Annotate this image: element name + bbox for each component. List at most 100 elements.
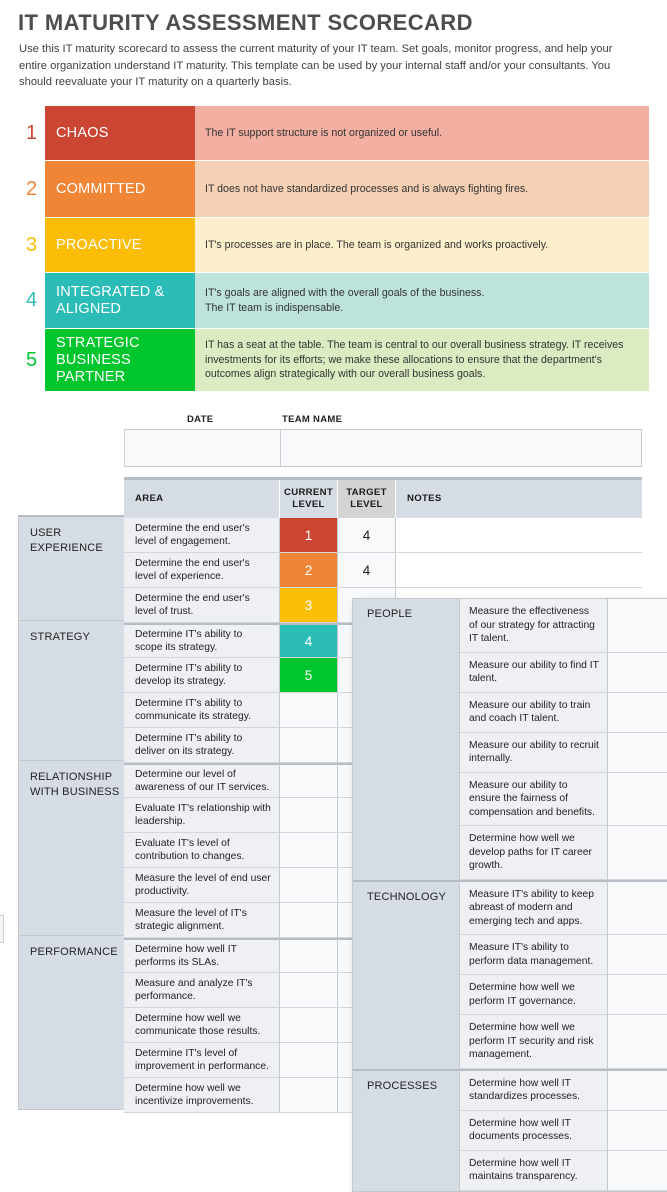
cell-current-level[interactable] (280, 798, 338, 833)
cell-current-level[interactable] (280, 868, 338, 903)
cell-current-level[interactable]: 5 (280, 658, 338, 693)
maturity-level-row: 3 PROACTIVE IT's processes are in place. T… (18, 218, 649, 272)
overlay-cell-area: Determine how well IT standardizes proce… (460, 1068, 608, 1111)
overlay-cell-area: Measure our ability to recruit internall… (460, 732, 608, 773)
table-row: Determine the end user's level of engage… (124, 518, 642, 553)
overlay-group-spacer (353, 652, 460, 693)
cell-current-level[interactable]: 2 (280, 553, 338, 588)
overlay-cell-value[interactable] (608, 879, 667, 935)
cell-area: Measure the level of end user productivi… (124, 868, 280, 903)
overlay-cell-area: Determine how well we perform IT securit… (460, 1015, 608, 1069)
overlay-cell-area: Measure IT's ability to keep abreast of … (460, 879, 608, 935)
overlay-cell-value[interactable] (608, 652, 667, 693)
overlay-cell-value[interactable] (608, 975, 667, 1015)
cell-area: Measure the level of IT's strategic alig… (124, 903, 280, 938)
cell-area: Evaluate IT's relationship with leadersh… (124, 798, 280, 833)
overlay-group-spacer (353, 935, 460, 975)
cell-current-level[interactable] (280, 1078, 338, 1113)
overlay-row: Measure IT's ability to perform data man… (353, 935, 667, 975)
overlay-row: Determine how well we perform IT governa… (353, 975, 667, 1015)
cell-current-level[interactable] (280, 973, 338, 1008)
overlay-cell-value[interactable] (608, 772, 667, 826)
overlay-cell-value[interactable] (608, 1110, 667, 1151)
cell-current-level[interactable] (280, 763, 338, 798)
overlay-row: Measure our ability to recruit internall… (353, 732, 667, 773)
group-label-relationship-with-business: RELATIONSHIP WITH BUSINESS (18, 760, 125, 935)
overlay-cell-area: Measure our ability to train and coach I… (460, 692, 608, 733)
cell-current-level[interactable]: 3 (280, 588, 338, 623)
maturity-level-description: The IT support structure is not organize… (195, 106, 649, 160)
group-label-strategy: STRATEGY (18, 620, 125, 760)
overlay-row: TECHNOLOGY Measure IT's ability to keep a… (353, 879, 667, 935)
cell-current-level[interactable] (280, 1043, 338, 1078)
cell-notes[interactable] (396, 553, 642, 588)
maturity-level-name: COMMITTED (45, 161, 195, 217)
cell-target-level[interactable]: 4 (338, 518, 396, 553)
overlay-cell-area: Determine how well we perform IT governa… (460, 975, 608, 1015)
column-header-notes: NOTES (407, 493, 442, 504)
cell-current-level[interactable] (280, 833, 338, 868)
overlay-row: Measure our ability to ensure the fairne… (353, 772, 667, 826)
overlay-row: Determine how well we develop paths for … (353, 826, 667, 880)
overlay-row: Measure our ability to train and coach I… (353, 692, 667, 733)
overlay-cell-area: Measure our ability to find IT talent. (460, 652, 608, 693)
table-row: Determine the end user's level of experi… (124, 553, 642, 588)
overlay-cell-value[interactable] (608, 826, 667, 880)
date-input[interactable] (125, 430, 281, 466)
cell-area: Measure and analyze IT's performance. (124, 973, 280, 1008)
maturity-level-description: IT has a seat at the table. The team is … (195, 329, 649, 391)
overlay-cell-value[interactable] (608, 599, 667, 653)
maturity-level-row: 1 CHAOS The IT support structure is not or… (18, 106, 649, 160)
cell-area: Determine the end user's level of engage… (124, 518, 280, 553)
maturity-levels-legend: 1 CHAOS The IT support structure is not or… (18, 106, 649, 392)
cell-area: Determine IT's ability to deliver on its… (124, 728, 280, 763)
overlay-cell-value[interactable] (608, 935, 667, 975)
overlay-cell-value[interactable] (608, 1015, 667, 1069)
column-header-area: AREA (124, 480, 280, 518)
cell-current-level[interactable] (280, 693, 338, 728)
overlay-assessment-panel[interactable]: PEOPLE Measure the effectiveness of our s… (352, 598, 667, 1192)
cell-notes[interactable] (396, 518, 642, 553)
maturity-level-row: 5 STRATEGIC BUSINESS PARTNER IT has a seat… (18, 329, 649, 391)
maturity-level-number: 1 (25, 121, 38, 144)
cell-current-level[interactable] (280, 938, 338, 973)
overlay-group-spacer (353, 772, 460, 826)
current-level-line1: CURRENT (283, 487, 333, 498)
maturity-level-description: IT does not have standardized processes … (195, 161, 649, 217)
overlay-cell-value[interactable] (608, 1150, 667, 1191)
cell-target-level[interactable]: 4 (338, 553, 396, 588)
overlay-group-spacer (353, 732, 460, 773)
cell-area: Determine the end user's level of trust. (124, 588, 280, 623)
target-level-line1: TARGET (346, 487, 387, 498)
team-name-label: TEAM NAME (282, 414, 343, 425)
maturity-level-number: 4 (25, 289, 38, 311)
overlay-cell-value[interactable] (608, 692, 667, 733)
overlay-group-spacer (353, 692, 460, 733)
maturity-level-name: PROACTIVE (45, 218, 195, 272)
maturity-level-name: STRATEGIC BUSINESS PARTNER (45, 329, 195, 391)
cell-area: Determine IT's level of improvement in p… (124, 1043, 280, 1078)
overlay-group-spacer (353, 975, 460, 1015)
column-header-target-level: TARGET LEVEL (338, 480, 396, 518)
team-name-input[interactable] (281, 430, 641, 466)
group-label-user-experience: USER EXPERIENCE (18, 515, 125, 620)
panel-edge-sliver (0, 915, 4, 943)
maturity-level-row: 4 INTEGRATED & ALIGNED IT's goals are alig… (18, 273, 649, 328)
overlay-group-spacer (353, 1015, 460, 1069)
cell-current-level[interactable]: 4 (280, 623, 338, 658)
overlay-group-label-technology: TECHNOLOGY (353, 879, 460, 935)
table-header-row: AREA CURRENT LEVEL TARGET LEVEL NOTES (124, 480, 642, 518)
cell-current-level[interactable]: 1 (280, 518, 338, 553)
overlay-group-label-processes: PROCESSES (353, 1068, 460, 1111)
overlay-cell-value[interactable] (608, 732, 667, 773)
overlay-row: Determine how well IT maintains transpar… (353, 1150, 667, 1191)
overlay-row: PEOPLE Measure the effectiveness of our s… (353, 599, 667, 653)
overlay-cell-value[interactable] (608, 1068, 667, 1111)
cell-current-level[interactable] (280, 1008, 338, 1043)
overlay-cell-area: Determine how well IT documents processe… (460, 1110, 608, 1151)
cell-current-level[interactable] (280, 903, 338, 938)
overlay-cell-area: Determine how well IT maintains transpar… (460, 1150, 608, 1191)
overlay-cell-area: Determine how well we develop paths for … (460, 826, 608, 880)
cell-current-level[interactable] (280, 728, 338, 763)
maturity-level-name: INTEGRATED & ALIGNED (45, 273, 195, 328)
